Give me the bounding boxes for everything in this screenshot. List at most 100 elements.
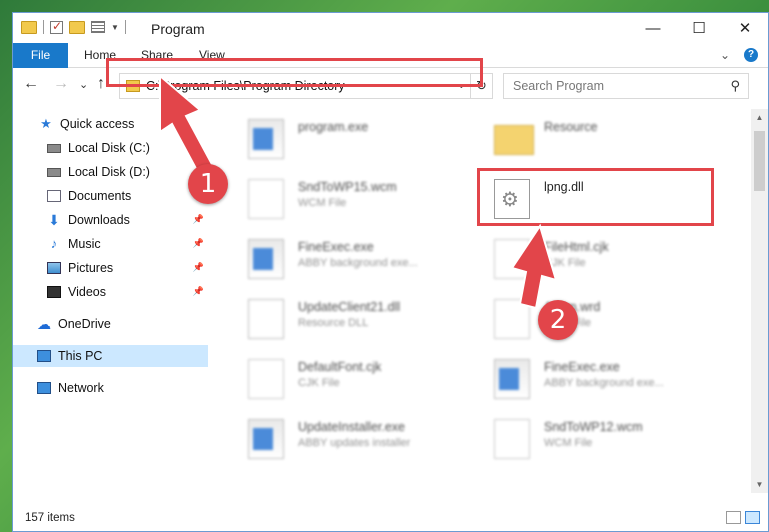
customize-toolbar-chevron-icon[interactable]: ▼	[111, 23, 119, 32]
vertical-scrollbar[interactable]: ▲ ▼	[751, 109, 768, 493]
sidebar-item-videos[interactable]: Videos 📌	[13, 281, 208, 303]
file-item-defaultfont[interactable]: DefaultFont.cjk CJK File	[228, 355, 458, 405]
scrollbar-thumb[interactable]	[754, 131, 765, 191]
sidebar-item-documents[interactable]: Documents	[13, 185, 208, 207]
application-icon	[248, 119, 284, 159]
file-item-sndtowp15[interactable]: SndToWP15.wcm WCM File	[228, 175, 458, 225]
file-item-updateclient21[interactable]: UpdateClient21.dll Resource DLL	[228, 295, 458, 345]
dll-gear-icon	[248, 299, 284, 339]
ribbon-right-controls: ⌄ ?	[720, 48, 758, 62]
computer-icon	[37, 350, 51, 362]
close-button[interactable]: ✕	[722, 13, 768, 43]
file-item-resource-folder[interactable]: Resource	[474, 115, 704, 165]
sidebar-item-label: This PC	[58, 349, 103, 363]
tab-file[interactable]: File	[13, 43, 68, 68]
star-icon: ★	[40, 116, 52, 131]
pin-icon[interactable]: 📌	[193, 214, 204, 225]
pictures-icon	[47, 262, 61, 274]
sidebar-item-network[interactable]: Network	[13, 377, 208, 399]
up-arrow-icon[interactable]: ↑	[97, 75, 105, 93]
download-icon: ⬇	[48, 212, 60, 228]
pin-icon[interactable]: 📌	[193, 286, 204, 297]
file-item-filehtml[interactable]: FileHtml.cjk CJK File	[474, 235, 704, 285]
sidebar-item-label: Network	[58, 381, 104, 395]
file-item-fineexec[interactable]: FineExec.exe ABBY background exe...	[228, 235, 458, 285]
file-item-fineexec-2[interactable]: FineExec.exe ABBY background exe...	[474, 355, 704, 405]
dll-file-highlight	[477, 168, 714, 226]
file-type: WCM File	[298, 197, 347, 209]
toolbar-separator	[43, 20, 44, 34]
file-name: program.exe	[298, 120, 369, 134]
drive-icon	[47, 167, 61, 177]
sidebar-item-label: Documents	[68, 189, 132, 203]
help-icon[interactable]: ?	[744, 48, 758, 62]
cloud-icon: ☁	[37, 316, 51, 332]
file-type: CJK File	[298, 377, 340, 389]
expand-ribbon-chevron-icon[interactable]: ⌄	[720, 48, 730, 62]
file-type: Resource DLL	[298, 317, 369, 329]
search-input[interactable]: Search Program	[513, 79, 604, 93]
sidebar-item-pictures[interactable]: Pictures 📌	[13, 257, 208, 279]
file-name: DefaultFont.cjk	[298, 360, 382, 374]
document-icon	[248, 179, 284, 219]
file-name: FileHtml.cjk	[544, 240, 609, 254]
scroll-up-icon[interactable]: ▲	[751, 109, 768, 126]
sidebar-item-quick-access[interactable]: ★ Quick access	[13, 113, 208, 135]
window-controls: — ☐ ✕	[630, 13, 768, 43]
toolbar-separator	[124, 20, 126, 34]
step-2-badge: 2	[538, 300, 578, 340]
sidebar-item-label: Local Disk (D:)	[68, 165, 150, 179]
properties-icon[interactable]	[91, 21, 105, 33]
file-type: ABBY background exe...	[544, 377, 664, 389]
file-item-updateinstaller[interactable]: UpdateInstaller.exe ABBY updates install…	[228, 415, 458, 465]
file-type: WCM File	[544, 437, 593, 449]
application-icon	[248, 239, 284, 279]
recent-locations-chevron-icon[interactable]: ⌄	[79, 78, 88, 91]
sidebar-item-downloads[interactable]: ⬇ Downloads 📌	[13, 209, 208, 231]
sidebar-item-label: Local Disk (C:)	[68, 141, 150, 155]
file-item-acorn[interactable]: Acorn.wrd WRD File	[474, 295, 704, 345]
status-bar: 157 items	[13, 506, 768, 531]
scroll-down-icon[interactable]: ▼	[751, 476, 768, 493]
explorer-window: ▼ Program — ☐ ✕ File Home Share View ⌄ ?…	[12, 12, 769, 532]
sidebar-item-label: Videos	[68, 285, 106, 299]
sidebar-item-local-disk-c[interactable]: Local Disk (C:)	[13, 137, 208, 159]
sidebar-item-local-disk-d[interactable]: Local Disk (D:)	[13, 161, 208, 183]
sidebar-item-label: Quick access	[60, 117, 135, 131]
network-icon	[37, 382, 51, 394]
new-folder-icon[interactable]	[69, 20, 85, 34]
search-icon[interactable]: ⚲	[730, 78, 740, 94]
large-icons-view-icon[interactable]	[745, 511, 760, 524]
sidebar-item-onedrive[interactable]: ☁ OneDrive	[13, 313, 208, 335]
sidebar-item-label: Downloads	[68, 213, 130, 227]
sidebar-item-this-pc[interactable]: This PC	[13, 345, 208, 367]
window-title: Program	[151, 21, 205, 37]
details-view-icon[interactable]	[726, 511, 741, 524]
file-name: UpdateClient21.dll	[298, 300, 401, 314]
forward-arrow-icon[interactable]: →	[53, 75, 69, 93]
quick-access-toolbar: ▼	[21, 19, 126, 34]
music-icon: ♪	[50, 236, 58, 251]
pin-icon[interactable]: 📌	[193, 262, 204, 273]
pin-icon[interactable]: 📌	[193, 238, 204, 249]
address-bar-highlight	[106, 58, 483, 87]
back-arrow-icon[interactable]: ←	[23, 75, 39, 93]
item-count: 157 items	[25, 512, 75, 524]
properties-check-icon[interactable]	[50, 19, 63, 34]
step-1-badge: 1	[188, 164, 228, 204]
search-box[interactable]: Search Program ⚲	[503, 73, 749, 99]
file-name: UpdateInstaller.exe	[298, 420, 406, 434]
file-item-sndtowp12[interactable]: SndToWP12.wcm WCM File	[474, 415, 704, 465]
folder-icon[interactable]	[21, 20, 37, 34]
file-list: program.exe Resource SndToWP15.wcm WCM F…	[218, 109, 740, 493]
view-toggle	[726, 511, 760, 524]
file-item-program-exe[interactable]: program.exe	[228, 115, 458, 165]
maximize-button[interactable]: ☐	[676, 13, 722, 43]
title-bar: ▼ Program — ☐ ✕	[13, 13, 768, 43]
sidebar-item-music[interactable]: ♪ Music 📌	[13, 233, 208, 255]
documents-icon	[47, 190, 61, 202]
document-icon	[494, 419, 530, 459]
minimize-button[interactable]: —	[630, 13, 676, 43]
drive-icon	[47, 143, 61, 153]
file-type: ABBY updates installer	[298, 437, 411, 449]
